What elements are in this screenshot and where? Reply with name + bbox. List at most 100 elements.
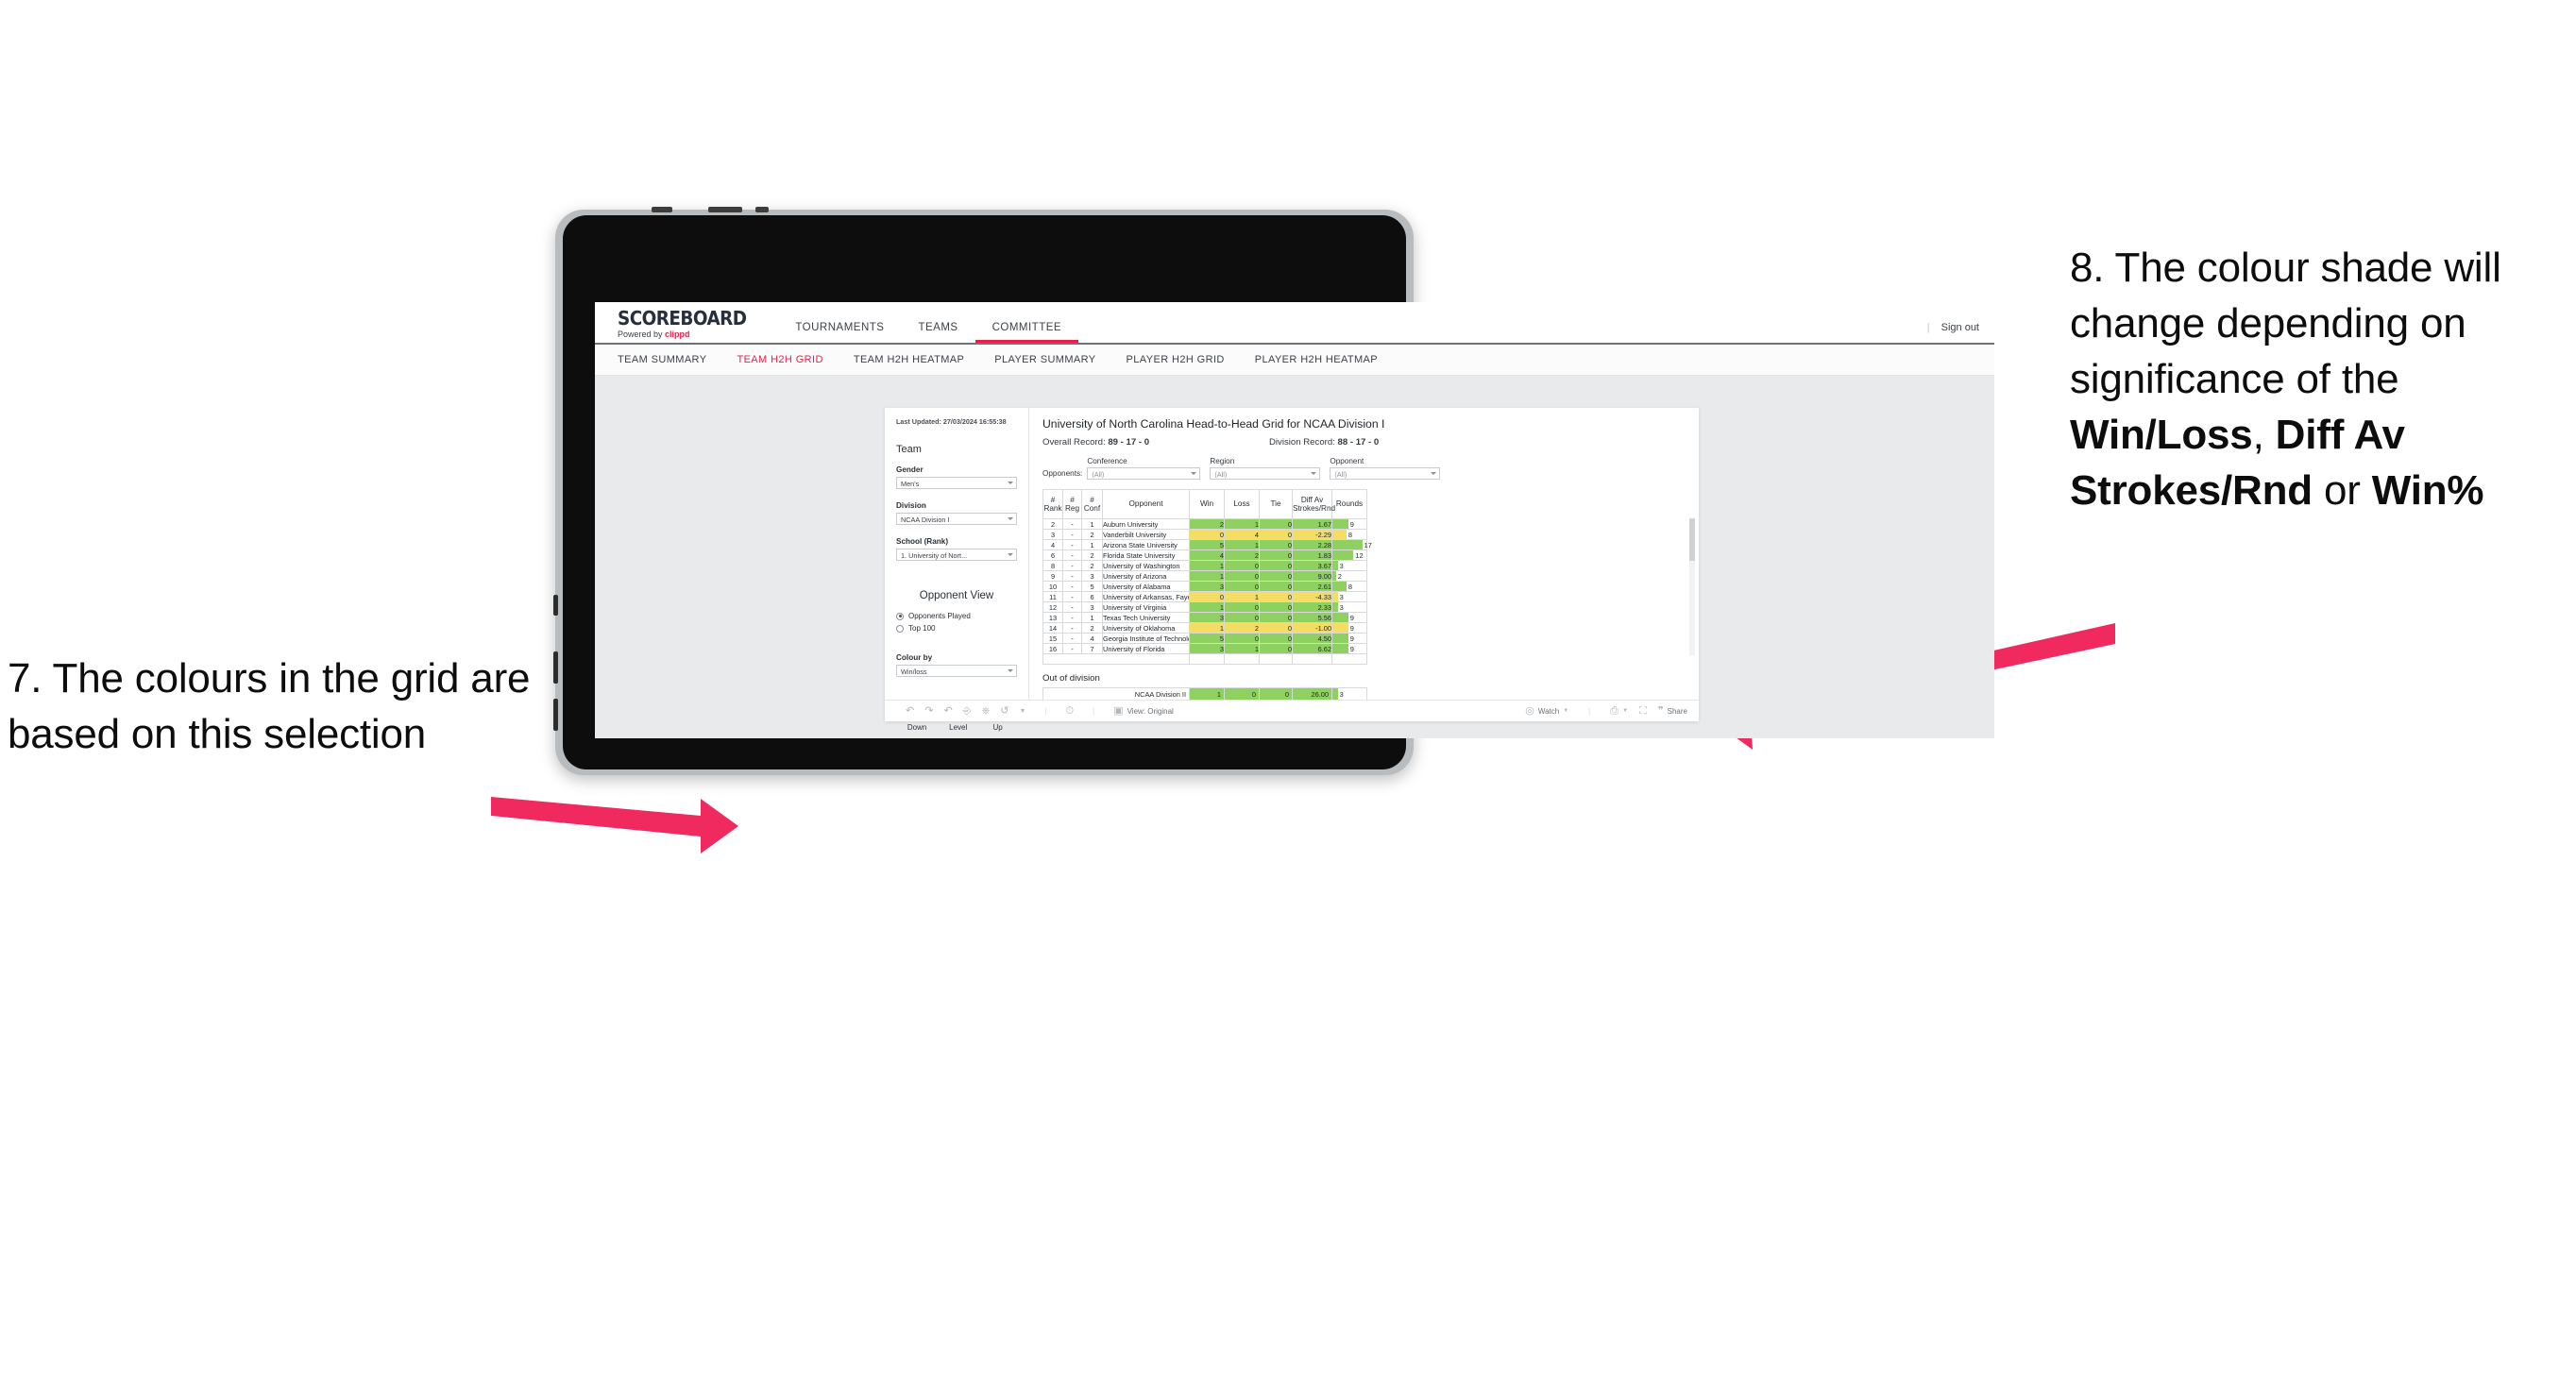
tab-tournaments[interactable]: TOURNAMENTS (778, 322, 901, 343)
table-row[interactable]: 6-2 Florida State University 4 2 0 1.83 12 (1042, 549, 1367, 561)
cell-reg: - (1062, 643, 1082, 654)
col-conf[interactable]: # Conf (1081, 489, 1103, 519)
sub-navigation-bar: TEAM SUMMARY TEAM H2H GRID TEAM H2H HEAT… (595, 345, 1994, 376)
pause-icon[interactable]: ⎈ (981, 705, 990, 717)
subtab-team-h2h-grid[interactable]: TEAM H2H GRID (737, 354, 822, 365)
table-row[interactable]: 2-1 Auburn University 2 1 0 1.67 9 (1042, 518, 1367, 530)
table-row[interactable]: 15-4Georgia Institute of Technology5004.… (1042, 633, 1367, 644)
division-label: Division (896, 501, 926, 511)
grid-header: # Rank # Reg # Conf Opponent Win Loss Tie Diff Av S… (1042, 489, 1367, 519)
rounds-bar (1332, 623, 1348, 633)
col-tie[interactable]: Tie (1259, 489, 1293, 519)
top-nav-tabs: TOURNAMENTS TEAMS COMMITTEE (778, 302, 1079, 343)
clock-icon[interactable]: ⏱ (1066, 705, 1075, 717)
gender-value: Men's (901, 480, 920, 489)
gender-label: Gender (896, 465, 924, 475)
annotation-7-number: 7. (8, 655, 42, 701)
grid-scrollbar-thumb[interactable] (1689, 518, 1695, 561)
chevron-down-icon (1008, 517, 1013, 521)
sign-out-link[interactable]: Sign out (1941, 322, 1979, 333)
col-win[interactable]: Win (1189, 489, 1225, 519)
view-original-button[interactable]: ▣ View: Original (1113, 705, 1174, 717)
redo-icon[interactable]: ↷ (924, 705, 933, 717)
cell-rank: 15 (1042, 633, 1063, 644)
table-row[interactable]: 3-2 Vanderbilt University 0 4 0 -2.29 8 (1042, 529, 1367, 540)
tab-committee[interactable]: COMMITTEE (974, 322, 1079, 343)
download-button[interactable]: ⎙ ▼ (1610, 705, 1628, 717)
region-select[interactable]: (All) (1210, 467, 1321, 480)
revert-icon[interactable]: ↶ (943, 705, 952, 717)
col-opponent[interactable]: Opponent (1102, 489, 1190, 519)
table-row[interactable]: 12-3 University of Virginia 1 0 0 2.33 3 (1042, 601, 1367, 613)
cell-conf: 5 (1081, 581, 1103, 592)
colour-by-select[interactable]: Win/loss (896, 665, 1017, 678)
tablet-side-button-2 (553, 651, 558, 684)
cell-loss: 2 (1224, 622, 1260, 634)
h2h-grid-table: # Rank # Reg # Conf Opponent Win Loss Tie Diff Av S… (1042, 489, 1372, 665)
last-updated-label: Last Updated: (896, 417, 943, 426)
region-value: (All) (1214, 470, 1228, 479)
col-diff-av-strokes[interactable]: Diff Av Strokes/Rnd (1292, 489, 1335, 519)
table-row[interactable]: 4-1 Arizona State University 5 1 0 2.28 17 (1042, 539, 1372, 550)
brand-logo[interactable]: SCOREBOARD Powered by clippd (595, 309, 778, 343)
division-record-value: 88 - 17 - 0 (1337, 437, 1380, 448)
chevron-down-icon[interactable]: ▼ (1020, 708, 1026, 715)
col-reg[interactable]: # Reg (1062, 489, 1082, 519)
school-label: School (Rank) (896, 537, 949, 547)
subtab-player-h2h-grid[interactable]: PLAYER H2H GRID (1127, 354, 1225, 365)
tab-teams[interactable]: TEAMS (901, 322, 974, 343)
cell-diff: -2.29 (1292, 529, 1332, 540)
viz-main-panel: University of North Carolina Head-to-Hea… (1029, 408, 1699, 701)
watch-button[interactable]: ◎ Watch ▼ (1525, 705, 1568, 717)
undo-arrow-icon[interactable]: ↺ (1000, 705, 1008, 717)
subtab-player-summary[interactable]: PLAYER SUMMARY (994, 354, 1095, 365)
grid-scrollbar[interactable] (1689, 518, 1695, 655)
tablet-side-button-1 (553, 595, 558, 616)
cell-rounds: 17 (1331, 539, 1372, 550)
ood-row[interactable]: NCAA Division II 1 0 0 26.00 3 (1042, 687, 1367, 701)
table-row[interactable]: 9-3 University of Arizona 1 0 0 9.00 2 (1042, 570, 1367, 582)
gender-select[interactable]: Men's (896, 477, 1017, 490)
col-loss[interactable]: Loss (1224, 489, 1260, 519)
share-button[interactable]: ❞ Share (1658, 705, 1687, 717)
watch-label: Watch (1537, 706, 1560, 716)
conference-select[interactable]: (All) (1087, 467, 1201, 480)
filter-sidebar: Last Updated: 27/03/2024 16:55:38 Team G… (885, 408, 1029, 732)
table-row[interactable]: 16-7 University of Florida 3 1 0 6.62 9 (1042, 643, 1367, 654)
table-row[interactable]: 14-2 University of Oklahoma 1 2 0 -1.00 9 (1042, 622, 1367, 634)
fullscreen-icon[interactable]: ⛶ (1639, 705, 1647, 717)
school-select[interactable]: 1. University of Nort... (896, 549, 1017, 562)
table-row[interactable]: 13-1 Texas Tech University 3 0 0 5.56 9 (1042, 612, 1367, 623)
division-select[interactable]: NCAA Division I (896, 513, 1017, 526)
rounds-bar (1332, 582, 1347, 591)
page-title: University of North Carolina Head-to-Hea… (1042, 417, 1385, 431)
opponent-select[interactable]: (All) (1330, 467, 1441, 480)
cell-loss: 0 (1224, 570, 1260, 582)
undo-icon[interactable]: ↶ (906, 705, 914, 717)
h2h-grid-wrap: # Rank # Reg # Conf Opponent Win Loss Tie Diff Av S… (1042, 489, 1695, 665)
cell-rank: 12 (1042, 601, 1063, 613)
col-rank[interactable]: # Rank (1042, 489, 1063, 519)
cell-conf: 2 (1081, 529, 1103, 540)
cell-reg: - (1062, 539, 1082, 550)
cell-loss: 1 (1224, 518, 1260, 530)
rounds-value: 8 (1347, 530, 1353, 539)
school-value: 1. University of Nort... (901, 551, 968, 561)
refresh-icon[interactable]: ⎆ (963, 705, 972, 717)
table-row[interactable]: 10-5 University of Alabama 3 0 0 2.61 8 (1042, 581, 1367, 592)
cell-opponent: Arizona State University (1102, 539, 1190, 550)
table-row[interactable]: 11-6University of Arkansas, Fayetteville… (1042, 591, 1367, 602)
table-row[interactable]: 8-2 University of Washington 1 0 0 3.67 3 (1042, 560, 1367, 571)
radio-top-100[interactable]: Top 100 (896, 624, 1017, 633)
col-rounds[interactable]: Rounds (1331, 489, 1367, 519)
subtab-player-h2h-heatmap[interactable]: PLAYER H2H HEATMAP (1255, 354, 1378, 365)
chevron-down-icon (1008, 553, 1013, 557)
opponent-view-heading: Opponent View (919, 590, 994, 602)
toolbar-sep-1: | (1044, 706, 1047, 716)
arrow-to-colour-by (491, 797, 738, 854)
cell-loss: 4 (1224, 529, 1260, 540)
subtab-team-summary[interactable]: TEAM SUMMARY (618, 354, 706, 365)
radio-opponents-played[interactable]: Opponents Played (896, 612, 1017, 620)
pad-loss (1224, 653, 1260, 665)
subtab-team-h2h-heatmap[interactable]: TEAM H2H HEATMAP (854, 354, 964, 365)
